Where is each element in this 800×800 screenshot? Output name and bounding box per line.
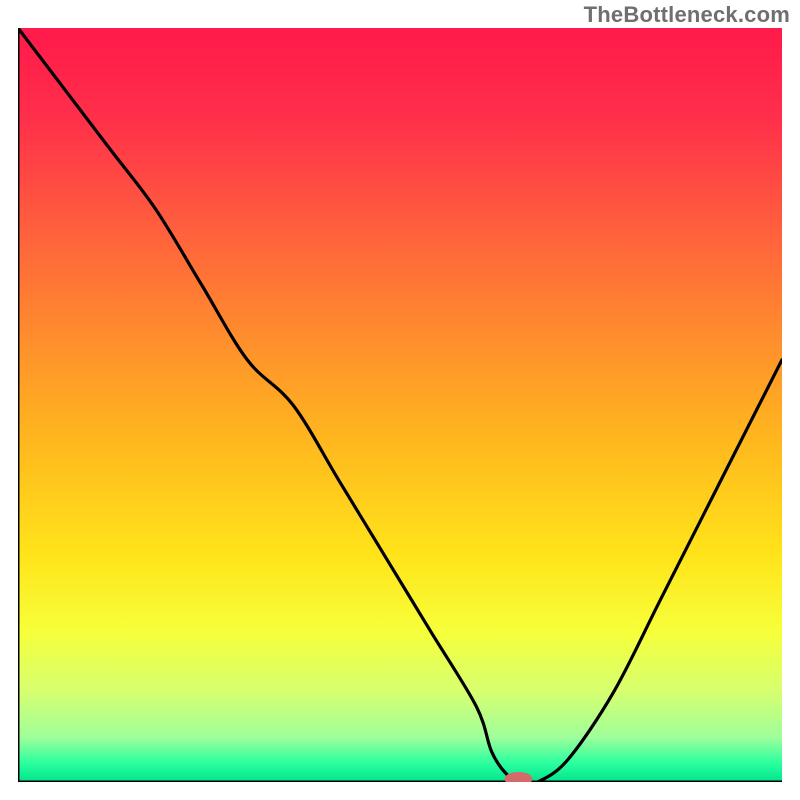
- attribution-label: TheBottleneck.com: [584, 2, 790, 28]
- chart-stage: TheBottleneck.com: [0, 0, 800, 800]
- gradient-background: [18, 28, 782, 782]
- plot-area: [18, 28, 782, 782]
- bottleneck-chart: [18, 28, 782, 782]
